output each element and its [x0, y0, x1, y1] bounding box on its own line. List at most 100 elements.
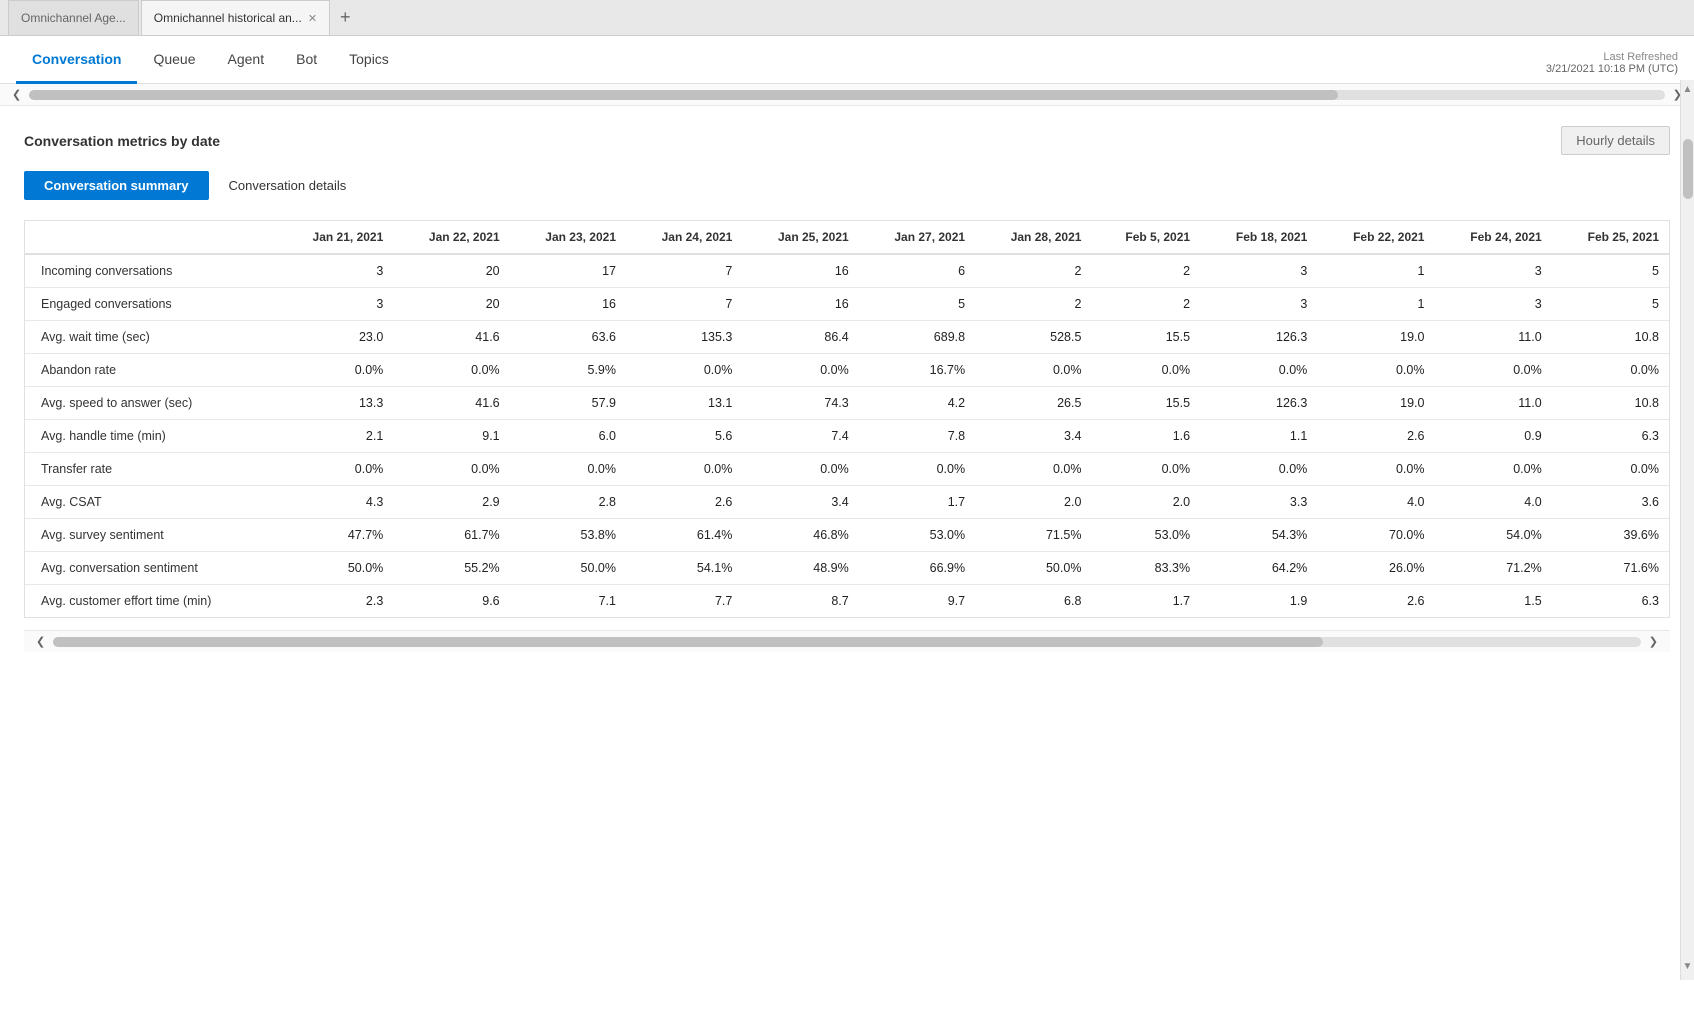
table-row: Avg. handle time (min)2.19.16.05.67.47.8…	[25, 420, 1669, 453]
table-row: Avg. conversation sentiment50.0%55.2%50.…	[25, 552, 1669, 585]
scroll-left-bottom-icon[interactable]: ❮	[32, 635, 49, 648]
metric-value: 10.8	[1552, 387, 1669, 420]
top-scroll-area[interactable]: ❮ ❯	[0, 84, 1694, 106]
metric-value: 2.9	[393, 486, 509, 519]
metric-value: 3.4	[975, 420, 1091, 453]
metric-label: Avg. CSAT	[25, 486, 277, 519]
nav-tab-conversation[interactable]: Conversation	[16, 37, 137, 84]
metric-value: 20	[393, 254, 509, 288]
metric-value: 50.0%	[975, 552, 1091, 585]
section-title: Conversation metrics by date	[24, 133, 220, 149]
table-row: Transfer rate0.0%0.0%0.0%0.0%0.0%0.0%0.0…	[25, 453, 1669, 486]
metric-value: 0.0%	[859, 453, 975, 486]
nav-tab-topics[interactable]: Topics	[333, 37, 405, 84]
nav-tabs: Conversation Queue Agent Bot Topics	[16, 36, 405, 83]
metric-value: 0.0%	[742, 354, 858, 387]
metric-value: 26.5	[975, 387, 1091, 420]
metric-value: 0.0%	[1317, 354, 1434, 387]
nav-tab-agent[interactable]: Agent	[212, 37, 281, 84]
metric-label: Avg. speed to answer (sec)	[25, 387, 277, 420]
metric-value: 0.0%	[1091, 354, 1200, 387]
table-row: Avg. speed to answer (sec)13.341.657.913…	[25, 387, 1669, 420]
metric-value: 3.6	[1552, 486, 1669, 519]
bottom-scroll-area[interactable]: ❮ ❯	[24, 630, 1670, 652]
close-icon[interactable]: ✕	[308, 12, 317, 25]
metric-value: 17	[510, 254, 626, 288]
metric-value: 74.3	[742, 387, 858, 420]
metric-value: 9.1	[393, 420, 509, 453]
metrics-table: Jan 21, 2021 Jan 22, 2021 Jan 23, 2021 J…	[25, 221, 1669, 617]
metric-value: 54.3%	[1200, 519, 1317, 552]
col-header-jan24: Jan 24, 2021	[626, 221, 742, 254]
metric-value: 0.0%	[1552, 453, 1669, 486]
right-scrollbar[interactable]: ▲ ▼	[1680, 80, 1694, 980]
nav-tab-queue[interactable]: Queue	[137, 37, 211, 84]
metric-value: 4.3	[277, 486, 393, 519]
right-scrollbar-thumb[interactable]	[1683, 139, 1693, 199]
browser-tab-2[interactable]: Omnichannel historical an... ✕	[141, 0, 330, 35]
data-table-container: Jan 21, 2021 Jan 22, 2021 Jan 23, 2021 J…	[24, 220, 1670, 618]
metric-value: 46.8%	[742, 519, 858, 552]
metric-value: 2.8	[510, 486, 626, 519]
metric-value: 2.3	[277, 585, 393, 618]
metric-value: 2	[975, 254, 1091, 288]
scroll-up-icon[interactable]: ▲	[1679, 80, 1694, 99]
scroll-track-top[interactable]	[29, 90, 1665, 100]
metric-value: 2.6	[626, 486, 742, 519]
metric-value: 19.0	[1317, 387, 1434, 420]
col-header-feb18: Feb 18, 2021	[1200, 221, 1317, 254]
section-header: Conversation metrics by date Hourly deta…	[24, 126, 1670, 155]
col-header-feb5: Feb 5, 2021	[1091, 221, 1200, 254]
metric-value: 26.0%	[1317, 552, 1434, 585]
scroll-track-bottom[interactable]	[53, 637, 1641, 647]
col-header-jan27: Jan 27, 2021	[859, 221, 975, 254]
metric-value: 3	[1434, 254, 1551, 288]
metric-value: 2	[975, 288, 1091, 321]
sub-tab-summary[interactable]: Conversation summary	[24, 171, 209, 200]
metric-value: 3	[277, 288, 393, 321]
metric-value: 47.7%	[277, 519, 393, 552]
metric-value: 0.0%	[626, 354, 742, 387]
browser-tab-1[interactable]: Omnichannel Age...	[8, 0, 139, 35]
metric-value: 54.1%	[626, 552, 742, 585]
scroll-down-icon[interactable]: ▼	[1679, 957, 1694, 976]
col-header-metric	[25, 221, 277, 254]
metric-value: 63.6	[510, 321, 626, 354]
metric-value: 1	[1317, 288, 1434, 321]
metric-value: 10.8	[1552, 321, 1669, 354]
metric-value: 23.0	[277, 321, 393, 354]
table-header-row: Jan 21, 2021 Jan 22, 2021 Jan 23, 2021 J…	[25, 221, 1669, 254]
metric-value: 5.9%	[510, 354, 626, 387]
metric-value: 5	[1552, 288, 1669, 321]
metric-value: 16.7%	[859, 354, 975, 387]
metric-value: 0.0%	[393, 354, 509, 387]
metric-label: Incoming conversations	[25, 254, 277, 288]
metric-value: 71.2%	[1434, 552, 1551, 585]
metric-value: 0.0%	[975, 354, 1091, 387]
add-tab-button[interactable]: +	[332, 7, 359, 28]
metric-value: 7.1	[510, 585, 626, 618]
metric-label: Avg. conversation sentiment	[25, 552, 277, 585]
metric-value: 4.0	[1434, 486, 1551, 519]
metric-value: 50.0%	[510, 552, 626, 585]
metric-value: 0.0%	[1091, 453, 1200, 486]
hourly-details-button[interactable]: Hourly details	[1561, 126, 1670, 155]
sub-tab-details[interactable]: Conversation details	[209, 171, 367, 200]
metric-value: 1.5	[1434, 585, 1551, 618]
metric-value: 0.0%	[742, 453, 858, 486]
metric-value: 0.0%	[1200, 354, 1317, 387]
metric-value: 54.0%	[1434, 519, 1551, 552]
metric-value: 64.2%	[1200, 552, 1317, 585]
metric-value: 71.5%	[975, 519, 1091, 552]
metric-value: 2.6	[1317, 585, 1434, 618]
nav-tab-bot[interactable]: Bot	[280, 37, 333, 84]
scroll-thumb-bottom	[53, 637, 1323, 647]
scroll-right-bottom-icon[interactable]: ❯	[1645, 635, 1662, 648]
metric-value: 8.7	[742, 585, 858, 618]
col-header-jan28: Jan 28, 2021	[975, 221, 1091, 254]
metric-value: 3	[1200, 254, 1317, 288]
metric-value: 4.2	[859, 387, 975, 420]
metric-value: 1.7	[1091, 585, 1200, 618]
metric-value: 53.0%	[1091, 519, 1200, 552]
scroll-left-icon[interactable]: ❮	[8, 88, 25, 101]
